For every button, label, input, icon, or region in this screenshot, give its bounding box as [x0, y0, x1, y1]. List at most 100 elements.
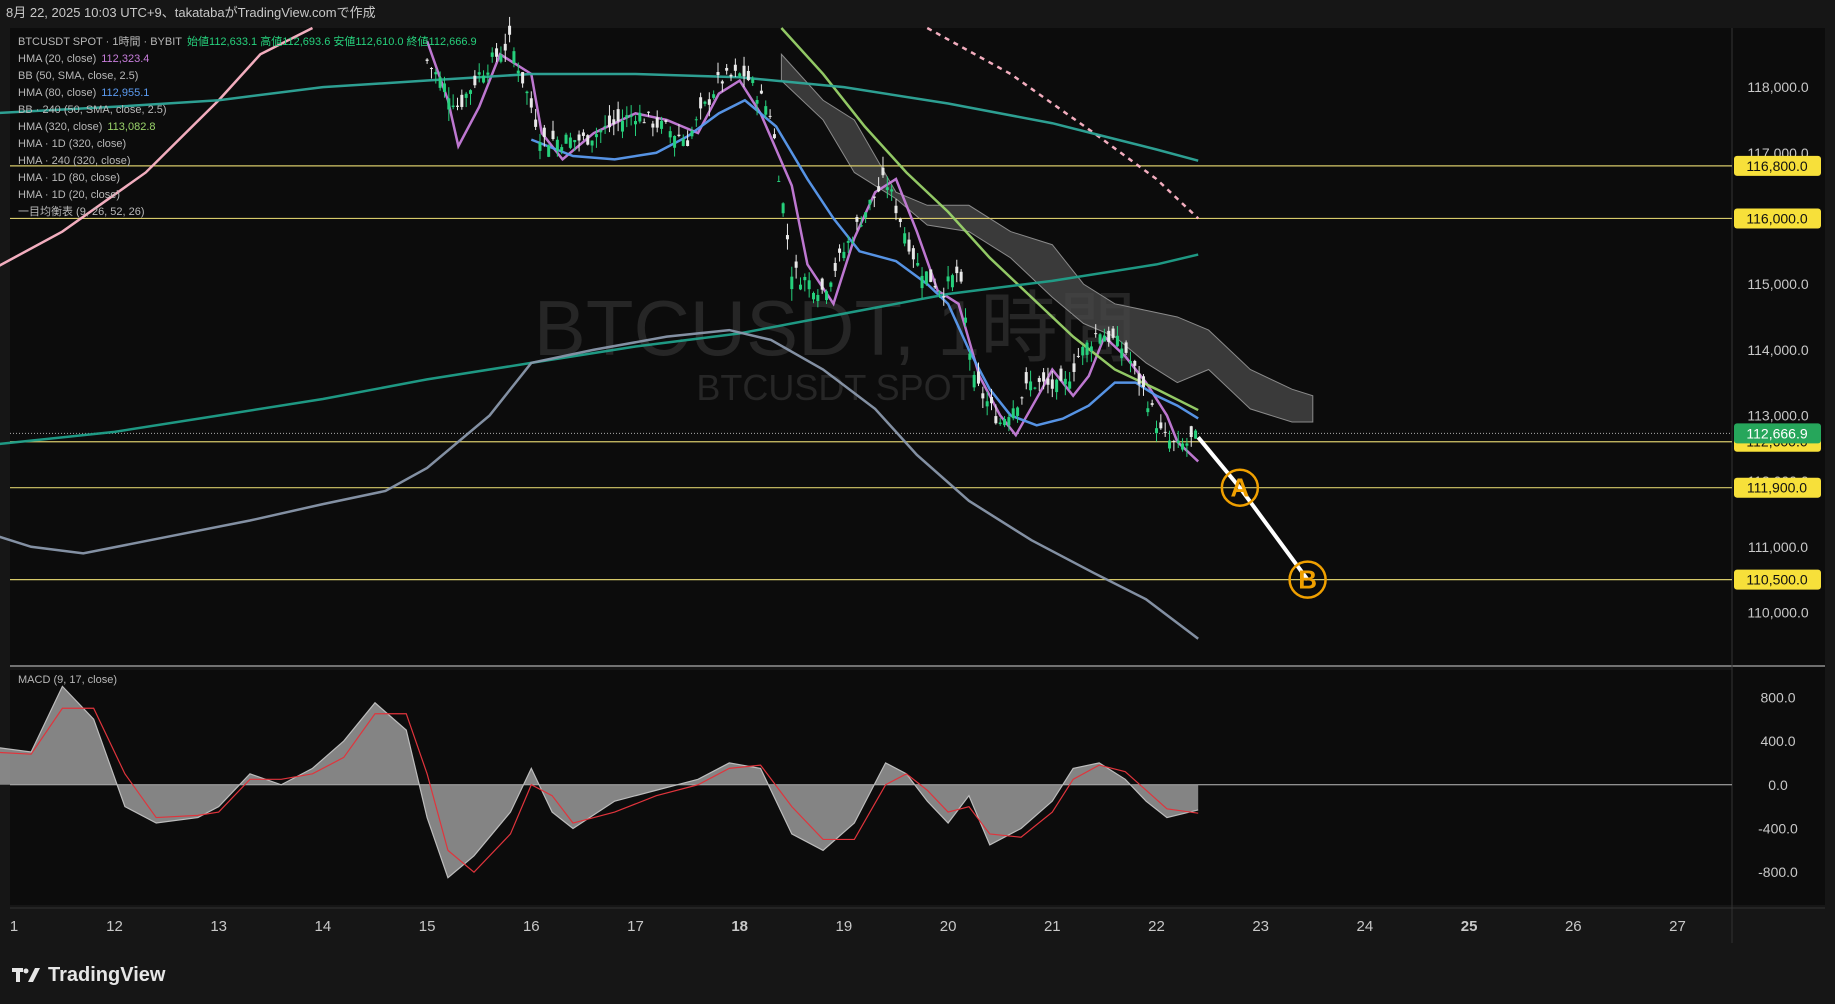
candle-body: [1011, 408, 1015, 419]
candle-body: [534, 119, 538, 127]
candle-body: [625, 115, 629, 118]
legend-label: HMA (80, close): [18, 87, 97, 99]
candle-body: [729, 74, 733, 77]
candle-body: [1133, 360, 1137, 366]
candle-body: [898, 218, 902, 223]
candle-body: [603, 125, 607, 127]
legend-label: HMA · 240 (320, close): [18, 155, 131, 167]
candle-body: [573, 140, 577, 143]
candle-body: [586, 135, 590, 145]
candle-body: [490, 52, 494, 57]
macd-tick-label: 800.0: [1760, 689, 1795, 705]
candle-body: [929, 269, 933, 282]
time-tick-label: 18: [731, 918, 748, 935]
price-level-label: 110,500.0: [1746, 572, 1807, 588]
legend-row[interactable]: HMA (20, close) 112,323.4: [18, 51, 477, 68]
candle-body: [1115, 335, 1119, 347]
candle-body: [1042, 372, 1046, 382]
candle-body: [538, 142, 542, 151]
candle-body: [1098, 334, 1102, 344]
candle-body: [516, 70, 520, 74]
candle-body: [998, 422, 1002, 425]
legend-value: 113,082.8: [107, 121, 156, 133]
legend-row[interactable]: BB (50, SMA, close, 2.5): [18, 68, 477, 85]
price-level-label: 116,000.0: [1746, 210, 1807, 226]
price-tick-label: 118,000.0: [1747, 79, 1808, 95]
candle-body: [985, 401, 989, 407]
legend-value: 112,955.1: [101, 87, 150, 99]
legend-row[interactable]: HMA (320, close) 113,082.8: [18, 119, 477, 136]
candle-body: [1007, 417, 1011, 426]
candle-body: [777, 181, 781, 183]
indicator-legend: BTCUSDT SPOT · 1時間 · BYBIT 始値112,633.1 高値…: [18, 34, 477, 221]
legend-row[interactable]: 一目均衡表 (9, 26, 52, 26): [18, 204, 477, 221]
candle-body: [885, 187, 889, 191]
legend-row[interactable]: HMA (80, close) 112,955.1: [18, 85, 477, 102]
watermark-sub: BTCUSDT SPOT: [696, 367, 973, 408]
candle-body: [981, 393, 985, 399]
candle-body: [798, 284, 802, 290]
candle-body: [781, 203, 785, 214]
candle-body: [638, 112, 642, 122]
candle-body: [976, 371, 980, 384]
candle-body: [768, 115, 772, 117]
legend-row[interactable]: HMA · 1D (20, close): [18, 187, 477, 204]
candle-body: [651, 123, 655, 128]
legend-row[interactable]: HMA · 240 (320, close): [18, 153, 477, 170]
candle-body: [842, 251, 846, 259]
candle-body: [959, 271, 963, 282]
candle-body: [503, 43, 507, 51]
projection-point-label: B: [1298, 565, 1317, 595]
candle-body: [759, 90, 763, 94]
candle-body: [1063, 378, 1067, 385]
time-tick-label: 27: [1669, 918, 1686, 935]
legend-label: 一目均衡表 (9, 26, 52, 26): [18, 206, 145, 218]
macd-tick-label: -800.0: [1758, 864, 1798, 880]
candle-body: [1181, 443, 1185, 450]
candle-body: [1089, 346, 1093, 352]
legend-row[interactable]: HMA · 1D (80, close): [18, 170, 477, 187]
legend-row[interactable]: BTCUSDT SPOT · 1時間 · BYBIT 始値112,633.1 高値…: [18, 34, 477, 51]
candle-body: [581, 132, 585, 136]
macd-tick-label: 400.0: [1760, 733, 1795, 749]
candle-body: [911, 248, 915, 260]
candle-body: [803, 276, 807, 281]
candle-body: [1155, 428, 1158, 434]
candle-body: [612, 119, 616, 125]
candle-body: [742, 65, 746, 77]
legend-row[interactable]: BB · 240 (50, SMA, close, 2.5): [18, 102, 477, 119]
time-tick-label: 1: [10, 918, 18, 935]
candle-body: [564, 134, 568, 144]
candle-body: [629, 115, 633, 117]
candle-body: [707, 99, 711, 105]
legend-row[interactable]: HMA · 1D (320, close): [18, 136, 477, 153]
candle-body: [594, 134, 598, 138]
candle-body: [746, 70, 750, 81]
candle-body: [851, 241, 855, 243]
candle-body: [495, 48, 499, 57]
candle-body: [716, 72, 720, 76]
candle-body: [1081, 346, 1085, 356]
candle-body: [1159, 422, 1163, 429]
candle-body: [877, 186, 881, 192]
footer-brand-text: TradingView: [48, 963, 166, 986]
legend-label: HMA (320, close): [18, 121, 103, 133]
candle-body: [1046, 378, 1050, 385]
legend-label: BB · 240 (50, SMA, close, 2.5): [18, 104, 167, 116]
candle-body: [816, 294, 820, 302]
candle-body: [1094, 333, 1098, 335]
candle-body: [620, 120, 624, 132]
candle-body: [990, 396, 994, 404]
candle-body: [547, 145, 551, 157]
candle-body: [508, 25, 512, 35]
candle-body: [486, 72, 490, 75]
candle-body: [699, 97, 703, 109]
candle-body: [738, 73, 742, 77]
legend-value: 始値112,633.1 高値112,693.6 安値112,610.0 終値11…: [187, 36, 477, 48]
candle-body: [660, 120, 664, 129]
candle-body: [1020, 397, 1024, 399]
candle-body: [942, 296, 946, 298]
candle-body: [560, 147, 564, 151]
candle-body: [1172, 440, 1176, 442]
candle-body: [1024, 372, 1028, 384]
